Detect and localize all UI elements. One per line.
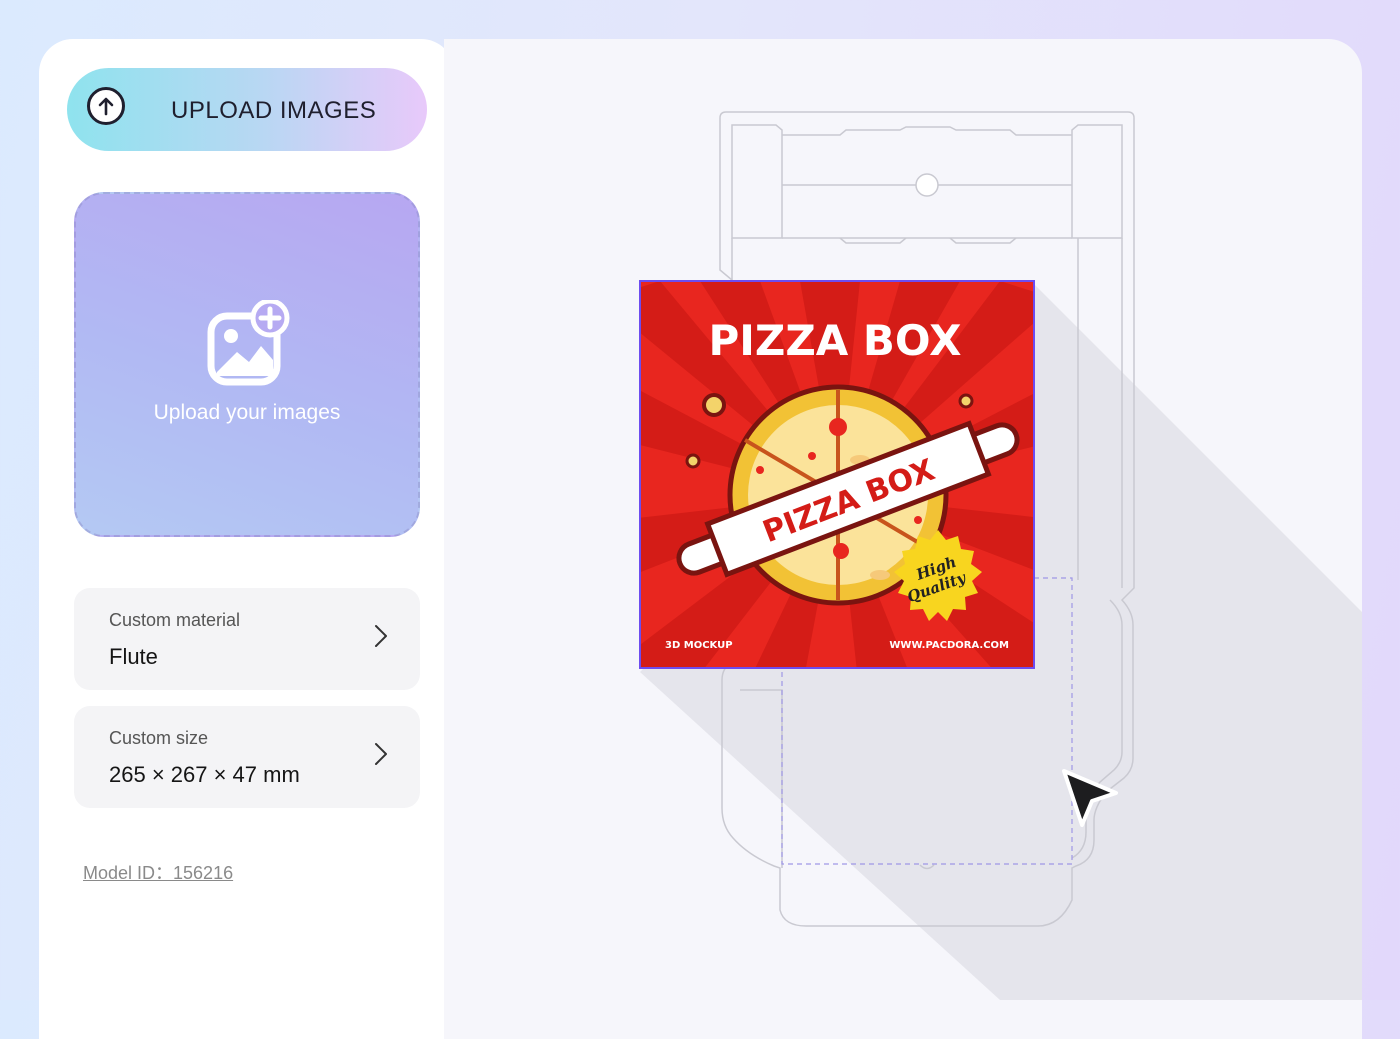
custom-size-value: 265 × 267 × 47 mm (109, 762, 300, 787)
artwork-footer-right: WWW.PACDORA.COM (889, 640, 1009, 651)
custom-material-value: Flute (109, 644, 158, 669)
custom-material-title: Custom material (109, 610, 241, 630)
chevron-right-icon (375, 625, 387, 647)
upload-images-button[interactable]: UPLOAD IMAGES (67, 68, 427, 151)
cursor-arrow-icon (1062, 769, 1118, 827)
dieline-canvas: PIZZA BOX PIZZA BOX High Quality 3D MOCK… (600, 111, 1362, 1000)
custom-size-title: Custom size (109, 728, 209, 748)
upload-images-label: UPLOAD IMAGES (171, 97, 377, 124)
editor-canvas[interactable]: PIZZA BOX PIZZA BOX High Quality 3D MOCK… (444, 39, 1362, 1039)
image-dropzone[interactable]: Upload your images (74, 192, 420, 537)
arrow-up-circle-icon (87, 87, 125, 125)
image-add-icon (207, 300, 290, 386)
custom-material-card[interactable]: Custom material Flute (74, 588, 420, 690)
custom-size-card[interactable]: Custom size 265 × 267 × 47 mm (74, 706, 420, 808)
artwork-footer-left: 3D MOCKUP (665, 640, 733, 651)
pizza-artwork[interactable]: PIZZA BOX PIZZA BOX High Quality 3D MOCK… (600, 280, 1060, 700)
sidebar: UPLOAD IMAGES Upload your images Custom … (39, 39, 455, 1039)
chevron-right-icon (375, 743, 387, 765)
dropzone-hint: Upload your images (153, 401, 341, 424)
model-id-link[interactable]: Model ID：156216 (83, 859, 233, 885)
artwork-title: PIZZA BOX (708, 316, 961, 365)
